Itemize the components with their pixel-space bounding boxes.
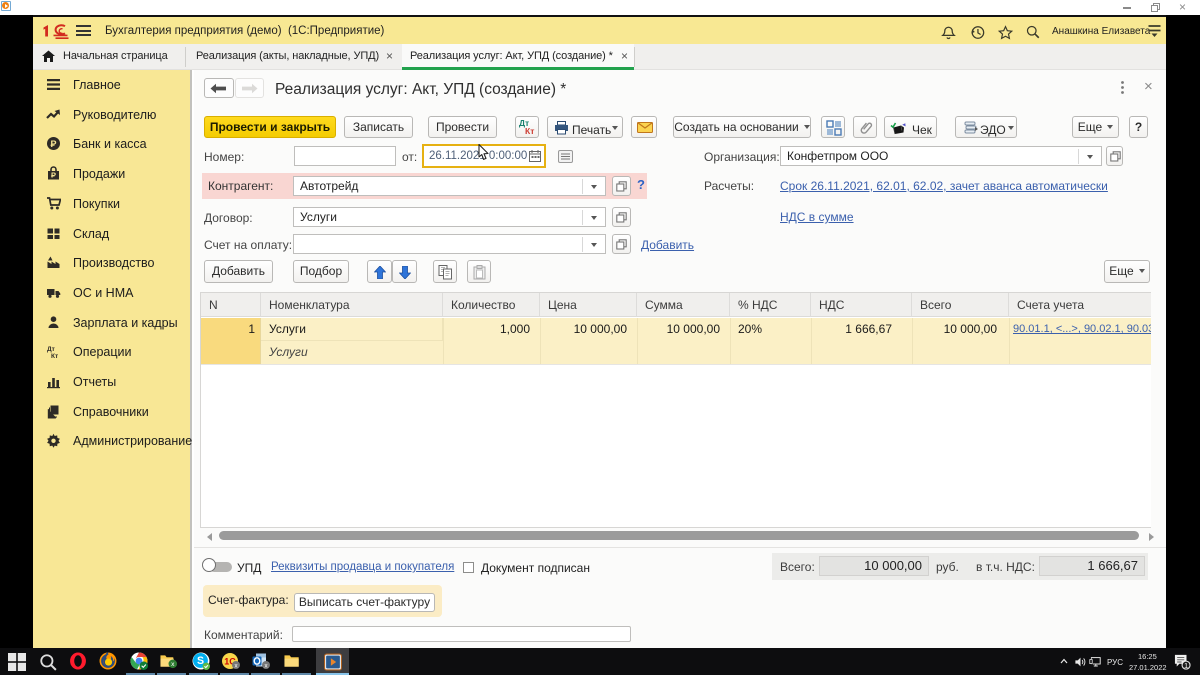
svg-text:1: 1: [1184, 662, 1188, 670]
svg-text:Р: Р: [50, 139, 56, 149]
svg-text:Дт: Дт: [47, 346, 55, 353]
svg-text:Кт: Кт: [51, 353, 58, 359]
svg-text:Р: Р: [51, 170, 56, 179]
